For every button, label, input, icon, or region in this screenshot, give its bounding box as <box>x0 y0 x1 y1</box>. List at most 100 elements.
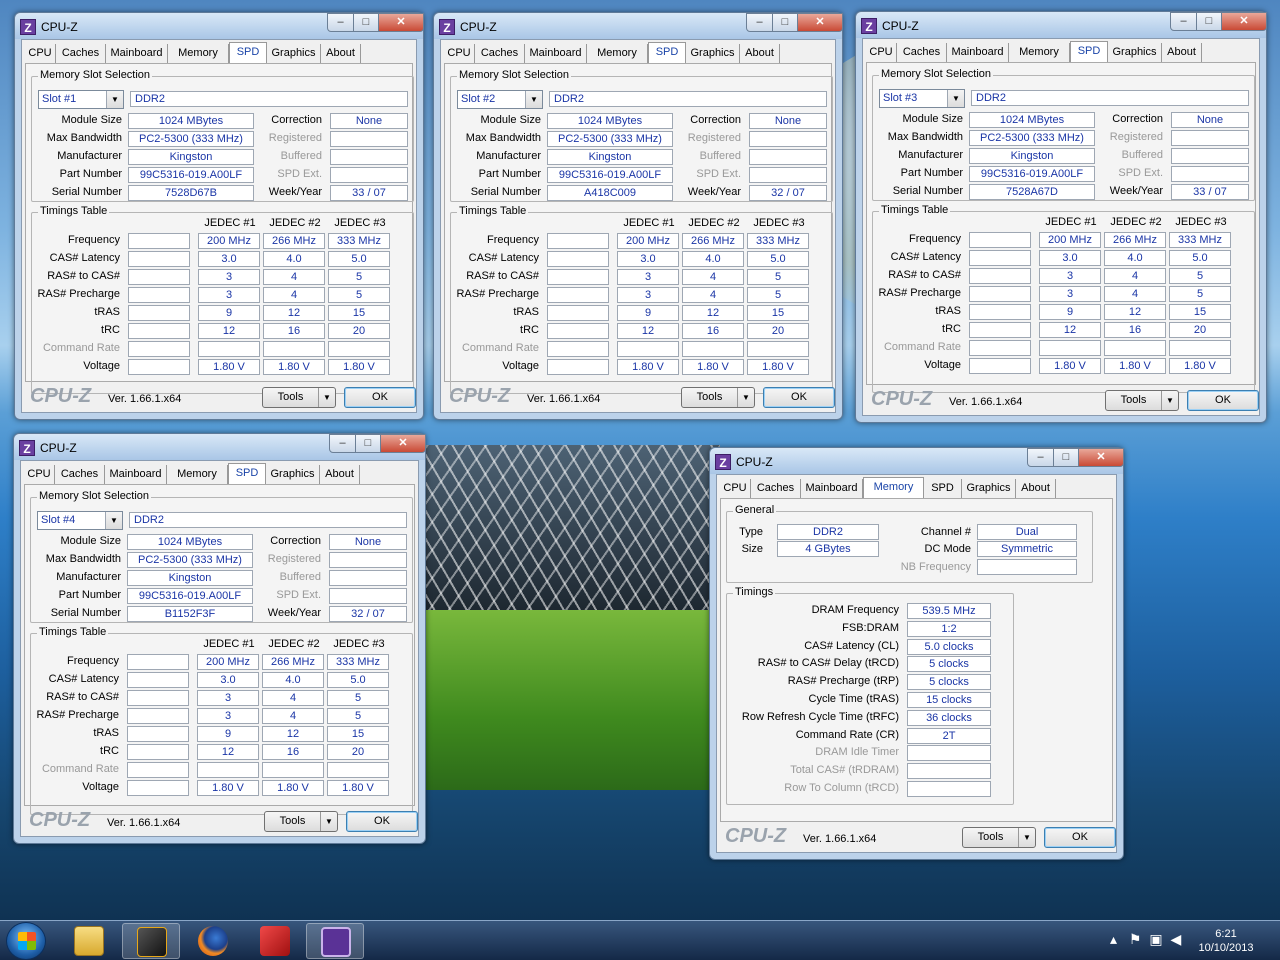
taskbar-winamp[interactable] <box>122 923 180 959</box>
timing-value-field: 4 <box>1104 286 1166 302</box>
slot-select[interactable]: Slot #2 ▼ <box>457 90 543 109</box>
tab-cpu[interactable]: CPU <box>720 479 751 498</box>
tab-cpu[interactable]: CPU <box>25 44 56 63</box>
tab-caches[interactable]: Caches <box>751 479 801 498</box>
tab-cpu[interactable]: CPU <box>866 43 897 62</box>
tab-spd[interactable]: SPD <box>648 42 686 64</box>
tab-caches[interactable]: Caches <box>55 465 105 484</box>
spd-ext-label: SPD Ext. <box>696 168 741 180</box>
tools-button[interactable]: Tools ▼ <box>262 387 336 408</box>
chevron-down-icon[interactable]: ▼ <box>1161 391 1178 410</box>
tab-about[interactable]: About <box>1016 479 1056 498</box>
ok-button[interactable]: OK <box>344 387 416 408</box>
chevron-down-icon[interactable]: ▼ <box>106 91 123 108</box>
timing-value-field: 16 <box>263 323 325 339</box>
title-bar[interactable]: Z CPU-Z – □ ✕ <box>15 13 424 39</box>
tab-memory[interactable]: Memory <box>168 44 229 63</box>
tab-mainboard[interactable]: Mainboard <box>105 465 167 484</box>
tab-graphics[interactable]: Graphics <box>686 44 740 63</box>
tab-about[interactable]: About <box>320 465 360 484</box>
ok-button[interactable]: OK <box>346 811 418 832</box>
tab-mainboard[interactable]: Mainboard <box>106 44 168 63</box>
tab-caches[interactable]: Caches <box>56 44 106 63</box>
clock[interactable]: 6:21 10/10/2013 <box>1186 927 1266 955</box>
maximize-button[interactable]: □ <box>355 434 381 453</box>
tab-mainboard[interactable]: Mainboard <box>947 43 1009 62</box>
ok-button[interactable]: OK <box>763 387 835 408</box>
tab-memory[interactable]: Memory <box>1009 43 1070 62</box>
slot-select[interactable]: Slot #3 ▼ <box>879 89 965 108</box>
tab-graphics[interactable]: Graphics <box>266 465 320 484</box>
taskbar-explorer[interactable] <box>60 923 118 959</box>
taskbar-cpuz[interactable] <box>306 923 364 959</box>
taskbar: ▴ ⚑ ▣ ◀ 6:21 10/10/2013 <box>0 920 1280 960</box>
tools-button[interactable]: Tools ▼ <box>264 811 338 832</box>
tab-memory[interactable]: Memory <box>167 465 228 484</box>
chevron-down-icon[interactable]: ▼ <box>737 388 754 407</box>
close-icon[interactable]: ✕ <box>378 13 424 32</box>
tab-cpu[interactable]: CPU <box>444 44 475 63</box>
tab-cpu[interactable]: CPU <box>24 465 55 484</box>
close-icon[interactable]: ✕ <box>1078 448 1124 467</box>
minimize-button[interactable]: – <box>327 13 354 32</box>
tab-graphics[interactable]: Graphics <box>1108 43 1162 62</box>
timings-table-group: Timings Table JEDEC #1 JEDEC #2 JEDEC #3 Fre… <box>872 204 1255 393</box>
tab-spd[interactable]: SPD <box>229 42 267 64</box>
title-bar[interactable]: Z CPU-Z – □ ✕ <box>856 12 1267 38</box>
volume-icon[interactable]: ◀ <box>1171 931 1182 947</box>
chevron-down-icon[interactable]: ▼ <box>525 91 542 108</box>
minimize-button[interactable]: – <box>1170 12 1197 31</box>
title-bar[interactable]: Z CPU-Z – □ ✕ <box>434 13 843 39</box>
close-icon[interactable]: ✕ <box>380 434 426 453</box>
tools-button[interactable]: Tools ▼ <box>681 387 755 408</box>
tab-about[interactable]: About <box>1162 43 1202 62</box>
tab-mainboard[interactable]: Mainboard <box>801 479 863 498</box>
taskbar-firefox[interactable] <box>184 923 242 959</box>
close-icon[interactable]: ✕ <box>797 13 843 32</box>
tab-spd[interactable]: SPD <box>228 463 266 485</box>
chevron-down-icon[interactable]: ▼ <box>318 388 335 407</box>
maximize-button[interactable]: □ <box>772 13 798 32</box>
minimize-button[interactable]: – <box>1027 448 1054 467</box>
tab-memory[interactable]: Memory <box>863 477 924 499</box>
network-icon[interactable]: ▣ <box>1149 931 1162 947</box>
chevron-up-icon[interactable]: ▴ <box>1110 931 1117 947</box>
tab-graphics[interactable]: Graphics <box>962 479 1016 498</box>
ok-button[interactable]: OK <box>1187 390 1259 411</box>
tab-memory[interactable]: Memory <box>587 44 648 63</box>
chevron-down-icon[interactable]: ▼ <box>947 90 964 107</box>
slot-select[interactable]: Slot #1 ▼ <box>38 90 124 109</box>
tab-caches[interactable]: Caches <box>897 43 947 62</box>
serial-number-label: Serial Number <box>470 186 541 198</box>
minimize-button[interactable]: – <box>746 13 773 32</box>
close-icon[interactable]: ✕ <box>1221 12 1267 31</box>
maximize-button[interactable]: □ <box>353 13 379 32</box>
title-bar[interactable]: Z CPU-Z – □ ✕ <box>710 448 1124 474</box>
slot-select[interactable]: Slot #4 ▼ <box>37 511 123 530</box>
timing-empty-field <box>128 323 190 339</box>
title-bar[interactable]: Z CPU-Z – □ ✕ <box>14 434 426 460</box>
minimize-button[interactable]: – <box>329 434 356 453</box>
tools-button[interactable]: Tools ▼ <box>962 827 1036 848</box>
timing-row-label: CAS# Latency <box>49 252 120 264</box>
ok-button[interactable]: OK <box>1044 827 1116 848</box>
chevron-down-icon[interactable]: ▼ <box>105 512 122 529</box>
chevron-down-icon[interactable]: ▼ <box>1018 828 1035 847</box>
timing-value-field: 1.80 V <box>682 359 744 375</box>
maximize-button[interactable]: □ <box>1053 448 1079 467</box>
chevron-down-icon[interactable]: ▼ <box>320 812 337 831</box>
timing-value-field: 200 MHz <box>197 654 259 670</box>
tab-about[interactable]: About <box>740 44 780 63</box>
start-button[interactable] <box>6 922 46 960</box>
tab-caches[interactable]: Caches <box>475 44 525 63</box>
tab-mainboard[interactable]: Mainboard <box>525 44 587 63</box>
taskbar-flashget[interactable] <box>246 923 304 959</box>
tools-button[interactable]: Tools ▼ <box>1105 390 1179 411</box>
maximize-button[interactable]: □ <box>1196 12 1222 31</box>
tab-graphics[interactable]: Graphics <box>267 44 321 63</box>
tab-about[interactable]: About <box>321 44 361 63</box>
spd-ext-field <box>749 167 827 183</box>
tab-spd[interactable]: SPD <box>1070 41 1108 63</box>
tab-spd[interactable]: SPD <box>924 479 962 498</box>
flag-icon[interactable]: ⚑ <box>1129 931 1142 947</box>
